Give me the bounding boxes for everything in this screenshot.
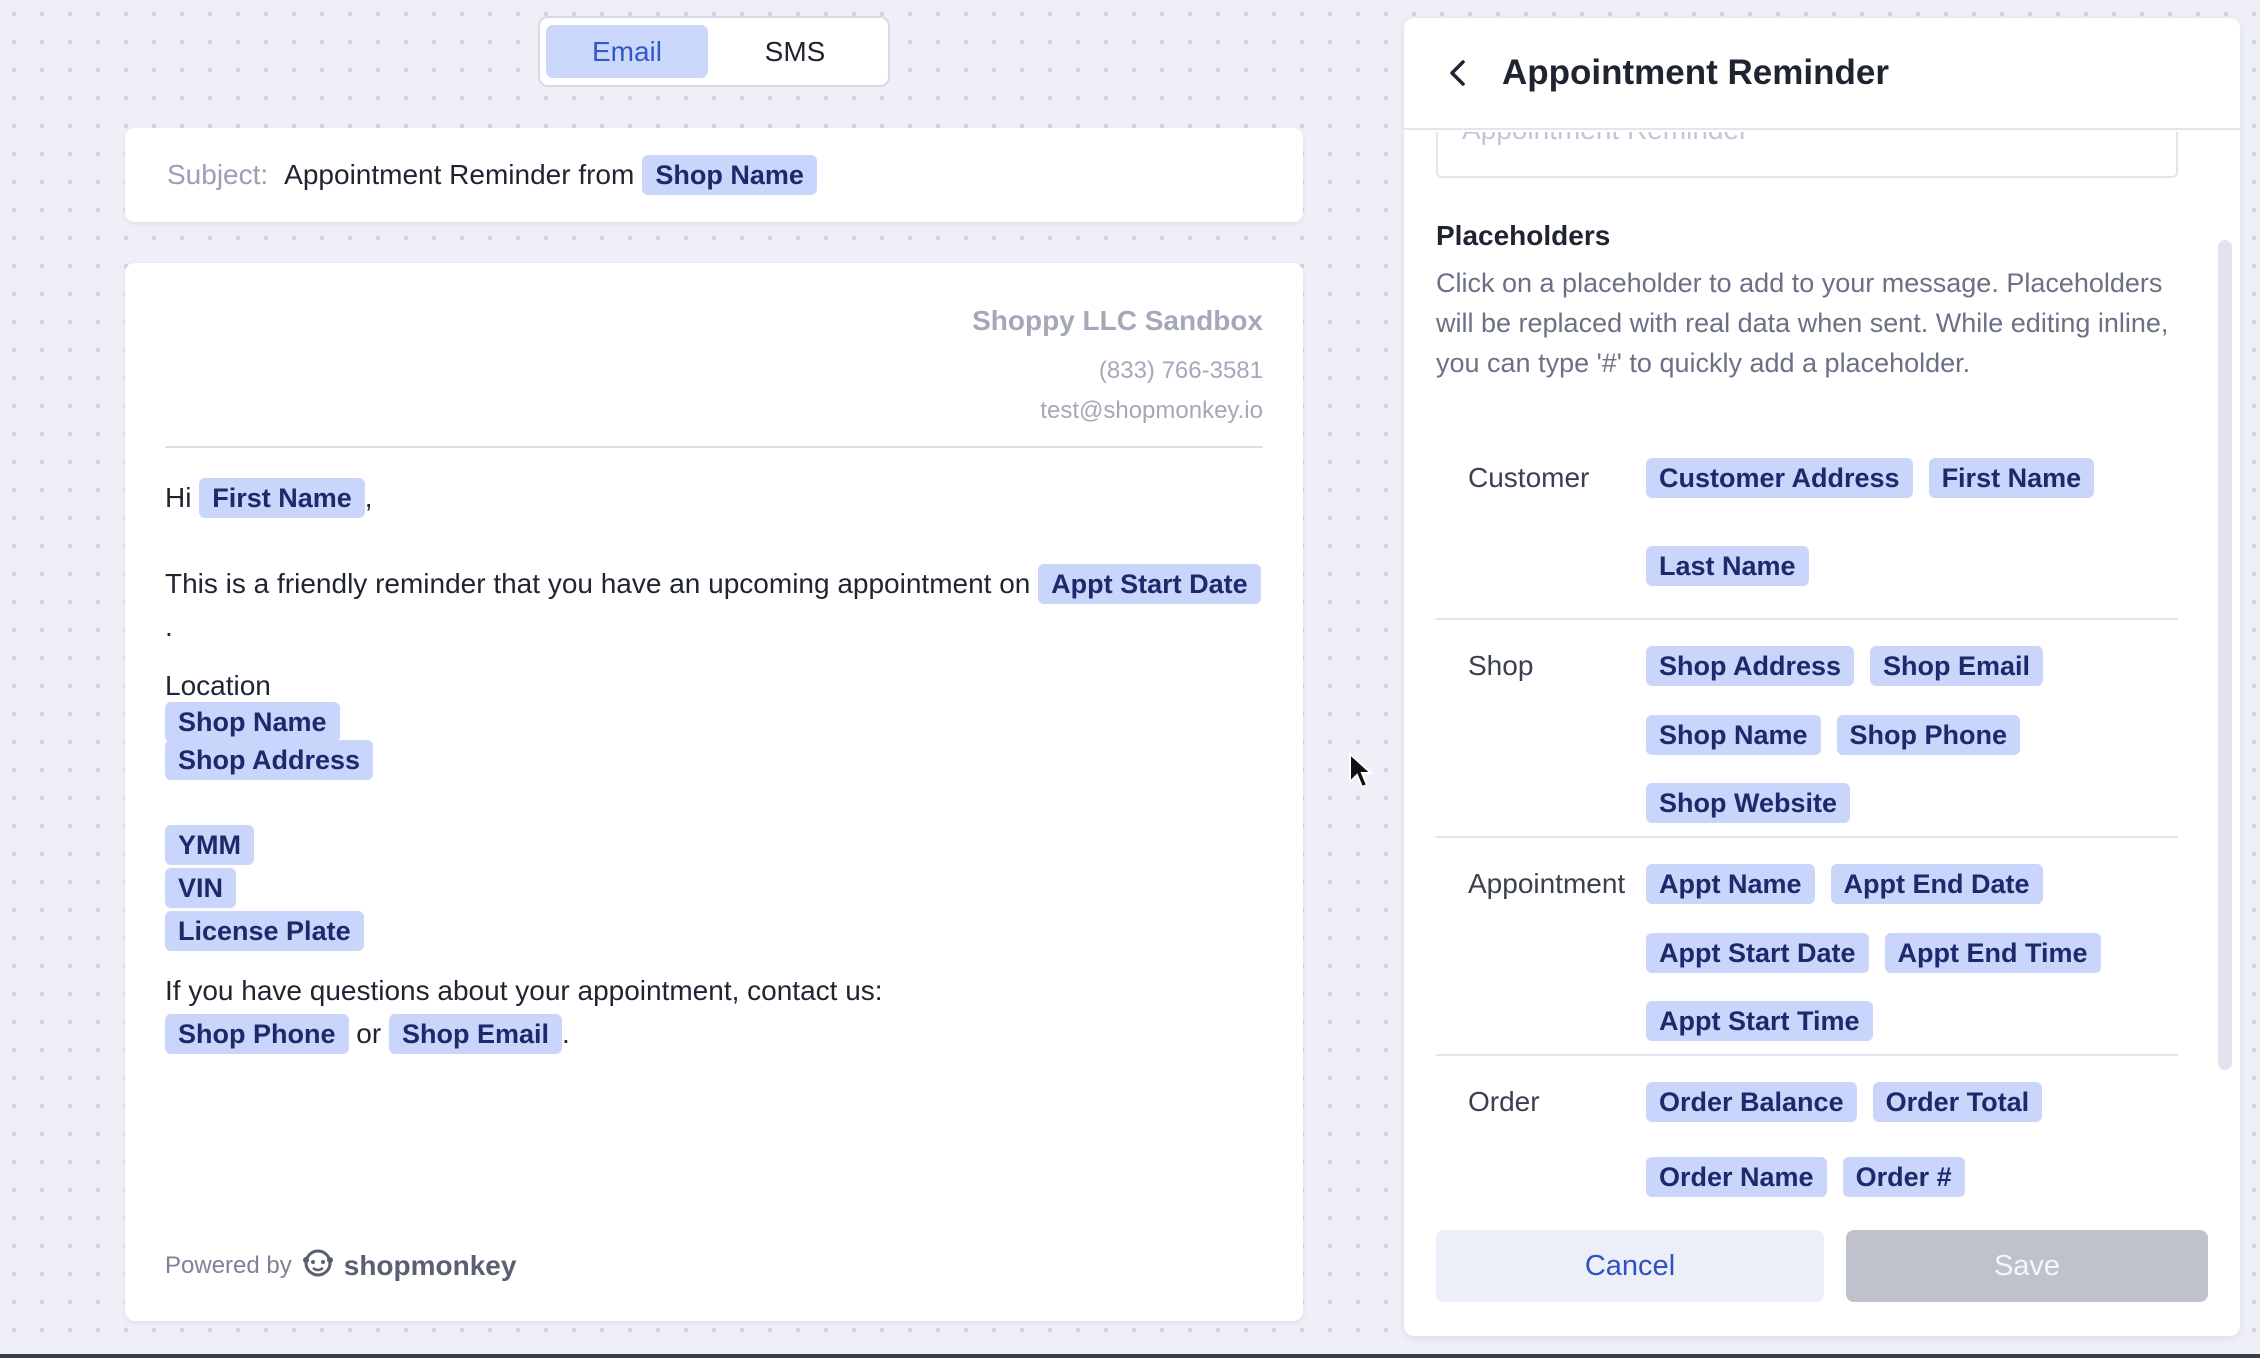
placeholder-chip[interactable]: Appt End Date xyxy=(1830,864,2043,904)
contact-text: If you have questions about your appoint… xyxy=(165,975,883,1006)
vin-chip[interactable]: VIN xyxy=(165,867,237,908)
greeting-text: Hi xyxy=(165,482,192,513)
placeholder-chip[interactable]: Appt Start Time xyxy=(1646,1001,1873,1042)
panel-scrollbar[interactable] xyxy=(2218,240,2232,1070)
greeting-suffix: , xyxy=(364,482,373,513)
shop-email: test@shopmonkey.io xyxy=(1040,397,1263,424)
placeholder-chip[interactable]: Order Total xyxy=(1872,1082,2043,1122)
group-label: Shop xyxy=(1468,650,1534,681)
subject-text: Appointment Reminder from xyxy=(284,159,635,190)
cancel-button[interactable]: Cancel xyxy=(1436,1230,1824,1302)
appt-start-date-chip[interactable]: Appt Start Date xyxy=(1038,563,1261,604)
reminder-text: This is a friendly reminder that you hav… xyxy=(165,568,1031,599)
powered-by: Powered by shopmonkey xyxy=(165,1246,516,1285)
placeholder-chip[interactable]: First Name xyxy=(1928,458,2095,498)
group-customer: Customer Customer Address First Name Las… xyxy=(1436,458,2178,620)
placeholder-chip[interactable]: Order Balance xyxy=(1646,1082,1857,1122)
contact-shop-email-chip[interactable]: Shop Email xyxy=(388,1013,562,1054)
placeholders-title: Placeholders xyxy=(1436,220,1611,251)
placeholders-description: Click on a placeholder to add to your me… xyxy=(1436,268,2169,378)
group-label: Customer xyxy=(1468,462,1590,493)
contact-or: or xyxy=(356,1018,382,1049)
placeholder-chip[interactable]: Order Name xyxy=(1646,1157,1827,1197)
panel-body: Appointment Reminder Placeholders Click … xyxy=(1436,132,2178,1202)
email-preview: Shoppy LLC Sandbox (833) 766-3581 test@s… xyxy=(125,263,1303,1321)
placeholder-chip[interactable]: Shop Name xyxy=(1646,714,1821,755)
brand-name: shopmonkey xyxy=(343,1249,517,1281)
placeholder-chip[interactable]: Appt Name xyxy=(1646,864,1815,904)
greeting-line: Hi First Name , xyxy=(165,476,1263,519)
placeholder-chip[interactable]: Appt Start Date xyxy=(1646,932,1869,973)
subject-card[interactable]: Subject: Appointment Reminder from Shop … xyxy=(125,128,1303,222)
shop-phone: (833) 766-3581 xyxy=(1098,357,1263,384)
group-appointment: Appointment Appt Name Appt End Date Appt… xyxy=(1436,838,2178,1056)
tab-sms[interactable]: SMS xyxy=(714,25,876,78)
placeholder-panel: Appointment Reminder Appointment Reminde… xyxy=(1404,18,2240,1336)
placeholder-chip[interactable]: Order # xyxy=(1842,1157,1965,1197)
subject-label: Subject: xyxy=(167,159,269,190)
placeholder-chip[interactable]: Shop Email xyxy=(1870,646,2044,686)
reminder-line: This is a friendly reminder that you hav… xyxy=(165,562,1263,605)
placeholder-chip[interactable]: Shop Phone xyxy=(1836,714,2021,755)
reminder-end: . xyxy=(165,611,173,642)
powered-by-text: Powered by xyxy=(165,1251,292,1279)
group-label: Order xyxy=(1468,1086,1540,1117)
placeholder-chip[interactable]: Customer Address xyxy=(1646,458,1913,498)
channel-toggle: Email SMS xyxy=(538,16,890,87)
location-shop-name-chip[interactable]: Shop Name xyxy=(165,702,340,742)
group-order: Order Order Balance Order Total Order Na… xyxy=(1436,1056,2178,1202)
placeholder-chip[interactable]: Appt End Time xyxy=(1884,932,2101,973)
shop-name: Shoppy LLC Sandbox xyxy=(972,305,1263,336)
subject-placeholder-chip[interactable]: Shop Name xyxy=(642,155,817,195)
chevron-left-icon[interactable] xyxy=(1440,55,1476,91)
email-shop-header: Shoppy LLC Sandbox (833) 766-3581 test@s… xyxy=(165,263,1263,448)
placeholder-chip[interactable]: Last Name xyxy=(1646,546,1809,586)
ymm-chip[interactable]: YMM xyxy=(165,824,254,865)
monkey-logo-icon xyxy=(302,1246,334,1285)
license-plate-chip[interactable]: License Plate xyxy=(165,910,364,951)
location-shop-address-chip[interactable]: Shop Address xyxy=(165,740,374,780)
email-body[interactable]: Hi First Name , This is a friendly remin… xyxy=(165,448,1263,1055)
group-label: Appointment xyxy=(1468,868,1626,899)
template-name-input[interactable]: Appointment Reminder xyxy=(1436,132,2178,178)
mouse-pointer-icon xyxy=(1348,751,1374,790)
location-label: Location xyxy=(165,670,271,701)
placeholder-chip[interactable]: Shop Address xyxy=(1646,646,1855,686)
placeholder-chip[interactable]: Shop Website xyxy=(1646,783,1851,824)
contact-shop-phone-chip[interactable]: Shop Phone xyxy=(165,1013,349,1054)
panel-header: Appointment Reminder xyxy=(1404,18,2240,130)
tab-email[interactable]: Email xyxy=(546,25,708,78)
contact-end: . xyxy=(562,1018,570,1049)
contact-line: Shop Phone or Shop Email . xyxy=(165,1012,1263,1055)
window-bottom-border xyxy=(0,1354,2260,1358)
save-button[interactable]: Save xyxy=(1846,1230,2208,1302)
panel-title: Appointment Reminder xyxy=(1502,53,1889,92)
first-name-chip[interactable]: First Name xyxy=(199,477,365,518)
group-shop: Shop Shop Address Shop Email Shop Name S… xyxy=(1436,620,2178,838)
